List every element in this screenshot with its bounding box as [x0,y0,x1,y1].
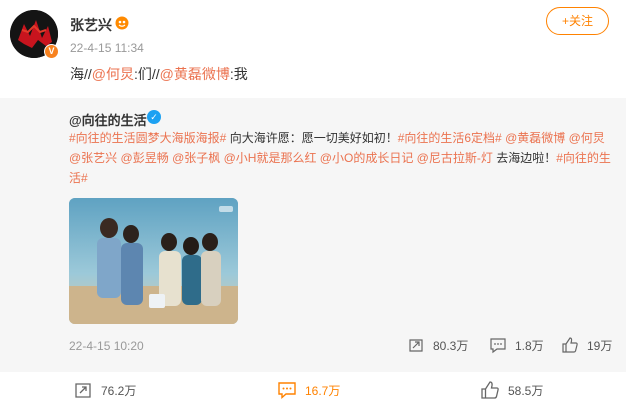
mention-link[interactable]: @张艺兴 [69,151,117,165]
repost-text-segment: 向大海许愿：愿一切美好如初！ [226,131,398,145]
repost-like-button[interactable]: 19万 [561,336,612,354]
mention-link[interactable]: @彭昱畅 [121,151,169,165]
repost-text: #向往的生活圆梦大海版海报# 向大海许愿：愿一切美好如初！#向往的生活6定档# … [69,128,614,188]
mention-link[interactable]: @黄磊微博 [160,66,230,82]
repost-author[interactable]: @向往的生活 [69,110,147,129]
topic-link[interactable]: #向往的生活6定档# [398,131,502,145]
post-text-suffix: :我 [229,66,248,82]
post-text-mid: :们// [134,66,160,82]
follow-button[interactable]: +关注 [546,7,609,35]
mention-link[interactable]: @小H就是那么红 [224,151,317,165]
forward-button[interactable]: 76.2万 [73,380,136,400]
post-text-prefix: 海// [70,66,92,82]
repost-forward-count: 80.3万 [433,338,469,353]
comment-count: 16.7万 [305,383,341,398]
mention-link[interactable]: @何炅 [92,66,134,82]
mention-link[interactable]: @小O的成长日记 [320,151,414,165]
verified-icon: ✓ [147,110,161,124]
repost-text-segment: 去海边啦！ [492,151,557,165]
comment-icon [490,338,506,354]
comment-button[interactable]: 16.7万 [277,380,340,400]
topic-link[interactable]: #向往的生活圆梦大海版海报# [69,131,226,145]
repost-comment-count: 1.8万 [515,338,544,353]
repost-comment-button[interactable]: 1.8万 [489,336,544,354]
weibo-post-card: V 张艺兴 22-4-15 11:34 +关注 海//@何炅:们//@黄磊微博:… [0,0,626,412]
author-name[interactable]: 张艺兴 [70,15,112,35]
mention-link[interactable]: @黄磊微博 [505,131,565,145]
vip-icon [115,16,129,30]
repost-icon [75,383,91,398]
mention-link[interactable]: @何炅 [569,131,605,145]
repost-forward-button[interactable]: 80.3万 [407,336,468,354]
repost-time[interactable]: 22-4-15 10:20 [69,339,144,353]
repost-like-count: 19万 [587,338,613,353]
repost-icon [409,339,423,352]
comment-icon [278,382,296,400]
like-icon [562,337,578,353]
post-text: 海//@何炅:们//@黄磊微博:我 [70,64,248,84]
avatar[interactable]: V [10,10,59,59]
reposted-content[interactable]: @向往的生活 ✓ #向往的生活圆梦大海版海报# 向大海许愿：愿一切美好如初！#向… [0,98,626,372]
mention-link[interactable]: @张子枫 [172,151,220,165]
post-time[interactable]: 22-4-15 11:34 [70,41,144,55]
action-bar: 76.2万 16.7万 58.5万 [0,372,626,412]
like-button[interactable]: 58.5万 [480,380,543,400]
mention-link[interactable]: @尼古拉斯-灯 [417,151,493,165]
like-count: 58.5万 [508,383,544,398]
verified-badge-icon: V [44,44,59,59]
repost-image[interactable] [69,198,238,324]
like-icon [481,381,499,399]
forward-count: 76.2万 [101,383,137,398]
